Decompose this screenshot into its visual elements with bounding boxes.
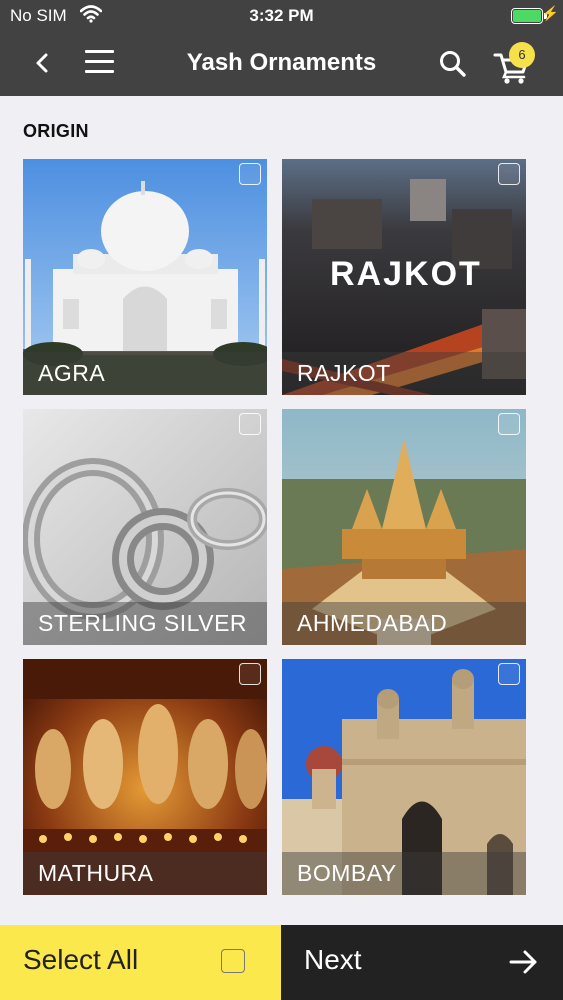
tile-label: RAJKOT <box>297 360 391 386</box>
section-title: ORIGIN <box>23 121 89 141</box>
tile-checkbox[interactable] <box>498 413 520 435</box>
origin-tile-agra[interactable]: AGRA <box>23 159 267 395</box>
select-all-checkbox[interactable] <box>221 949 245 973</box>
tile-checkbox[interactable] <box>239 413 261 435</box>
tile-checkbox[interactable] <box>498 663 520 685</box>
clock: 3:32 PM <box>249 6 314 25</box>
select-all-button[interactable]: Select All <box>0 925 281 1000</box>
menu-icon[interactable] <box>85 50 117 78</box>
origin-tile-ahmedabad[interactable]: AHMEDABAD <box>282 409 526 645</box>
next-label: Next <box>304 944 362 975</box>
battery-icon <box>511 8 543 24</box>
status-bar: No SIM 3:32 PM ⚡ <box>0 0 563 32</box>
arrow-right-icon <box>509 950 537 974</box>
search-icon[interactable] <box>437 48 469 80</box>
tile-checkbox[interactable] <box>239 663 261 685</box>
tile-label: AGRA <box>38 360 106 386</box>
nav-bar: Yash Ornaments 6 <box>0 32 563 96</box>
charging-icon: ⚡ <box>541 5 559 21</box>
tile-checkbox[interactable] <box>498 163 520 185</box>
tile-label: STERLING SILVER <box>38 610 248 636</box>
rajkot-overlay-text: RAJKOT <box>330 255 482 293</box>
next-button[interactable]: Next <box>281 925 563 1000</box>
origin-tile-rajkot[interactable]: RAJKOT RAJKOT <box>282 159 526 395</box>
tile-label: BOMBAY <box>297 860 397 886</box>
origin-tile-sterling-silver[interactable]: STERLING SILVER <box>23 409 267 645</box>
cart-count-badge: 6 <box>509 42 535 68</box>
tile-checkbox[interactable] <box>239 163 261 185</box>
tile-label: MATHURA <box>38 860 154 886</box>
tile-label: AHMEDABAD <box>297 610 448 636</box>
select-all-label: Select All <box>23 944 139 975</box>
origin-tile-bombay[interactable]: BOMBAY <box>282 659 526 895</box>
origin-tile-mathura[interactable]: MATHURA <box>23 659 267 895</box>
back-icon[interactable] <box>28 48 58 78</box>
